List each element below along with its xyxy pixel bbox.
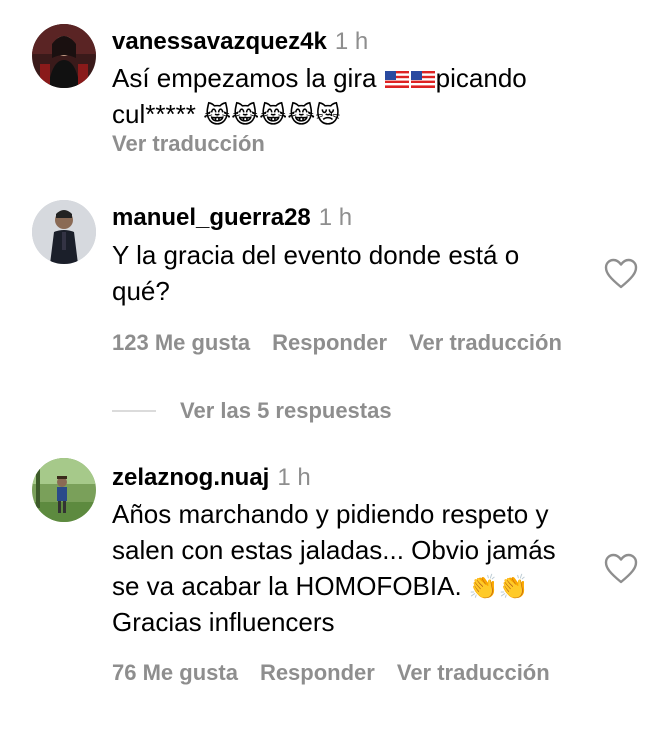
timestamp: 1 h [277, 464, 311, 491]
likes-count[interactable]: 76 Me gusta [112, 660, 238, 685]
timestamp: 1 h [318, 204, 353, 231]
likes-count[interactable]: 123 Me gusta [112, 330, 250, 355]
like-button[interactable] [604, 553, 638, 585]
username[interactable]: manuel_guerra28 [112, 204, 311, 231]
see-translation-link[interactable]: Ver traducción [112, 131, 265, 157]
us-flag-icon [384, 71, 409, 88]
comment-actions: 123 Me gusta Responder Ver traducción [112, 330, 584, 356]
view-replies-button[interactable]: Ver las 5 respuestas [112, 398, 392, 424]
comment-header: vanessavazquez4k 1 h [112, 28, 368, 56]
heart-outline-icon [604, 258, 638, 289]
view-replies-label: Ver las 5 respuestas [180, 398, 392, 423]
comment-text: Años marchando y pidiendo respeto y sale… [112, 496, 582, 640]
username[interactable]: zelaznog.nuaj [112, 464, 269, 491]
like-button[interactable] [604, 258, 638, 290]
comment-text-part: Así empezamos la gira [112, 63, 384, 93]
comment-header: manuel_guerra28 1 h [112, 204, 352, 232]
reply-button[interactable]: Responder [260, 660, 375, 685]
comment-text: Así empezamos la gira picando cul***** 😹… [112, 60, 582, 132]
replies-divider [112, 410, 156, 412]
timestamp: 1 h [334, 28, 369, 55]
avatar[interactable] [32, 24, 96, 88]
comment-text: Y la gracia del evento donde está o qué? [112, 240, 520, 306]
username[interactable]: vanessavazquez4k [112, 28, 327, 55]
comment-header: zelaznog.nuaj 1 h [112, 464, 311, 492]
us-flag-icon [410, 71, 435, 88]
clapping-hands-emoji-icon: 👏👏 [468, 574, 529, 601]
comment-actions: 76 Me gusta Responder Ver traducción [112, 660, 572, 686]
see-translation-link[interactable]: Ver traducción [409, 330, 562, 355]
comment-text-part: Gracias influencers [112, 607, 335, 637]
heart-outline-icon [604, 553, 638, 584]
avatar[interactable] [32, 458, 96, 522]
laughing-cat-emoji-icon: 😹😹😹😹😿 [203, 102, 341, 129]
reply-button[interactable]: Responder [272, 330, 387, 355]
avatar[interactable] [32, 200, 96, 264]
see-translation-link[interactable]: Ver traducción [397, 660, 550, 685]
